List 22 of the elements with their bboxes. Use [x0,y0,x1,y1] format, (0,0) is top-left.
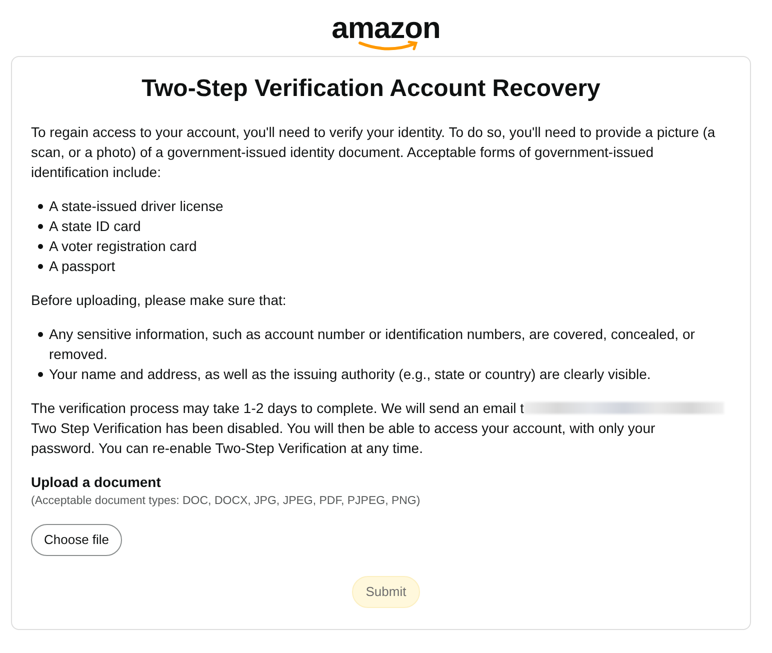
checklist-intro: Before uploading, please make sure that: [31,291,288,310]
notice-text: Two Step Verification has been disabled. You will then be able to access your account, with only your password. You can re-enable Two-Step Verification at any time. [31,419,656,458]
bullet-icon [38,204,42,209]
smile-arrow-icon [358,40,420,52]
checklist-item: Your name and address, as well as the issuing authority (e.g., state or country) are clearly visible. [49,365,652,384]
page-title: Two-Step Verification Account Recovery [140,74,602,104]
intro-paragraph: To regain access to your account, you'll need to verify your identity. To do so, you'll need to provide a picture (a scan, or a photo) of a government-issued identity document. Acceptable forms of government-issued identification include: [31,123,716,182]
document-type: A state-issued driver license [49,197,224,216]
upload-heading: Upload a document [31,473,162,492]
document-type: A passport [49,257,116,276]
amazon-logo[interactable]: amazon [332,14,440,52]
notice-text: The verification process may take 1-2 days to complete. We will send an email t [31,399,524,418]
file-types-hint: (Acceptable document types: DOC, DOCX, JPG, JPEG, PDF, PJPEG, PNG) [31,494,422,509]
bullet-icon [38,264,42,269]
document-type: A state ID card [49,217,141,236]
bullet-icon [38,244,42,249]
bullet-icon [38,372,42,377]
choose-file-button[interactable]: Choose file [31,524,122,556]
bullet-icon [38,332,42,337]
document-type: A voter registration card [49,237,197,256]
bullet-icon [38,224,42,229]
checklist-item: Any sensitive information, such as account number or identification numbers, are covered, concealed, or removed. [49,325,696,364]
